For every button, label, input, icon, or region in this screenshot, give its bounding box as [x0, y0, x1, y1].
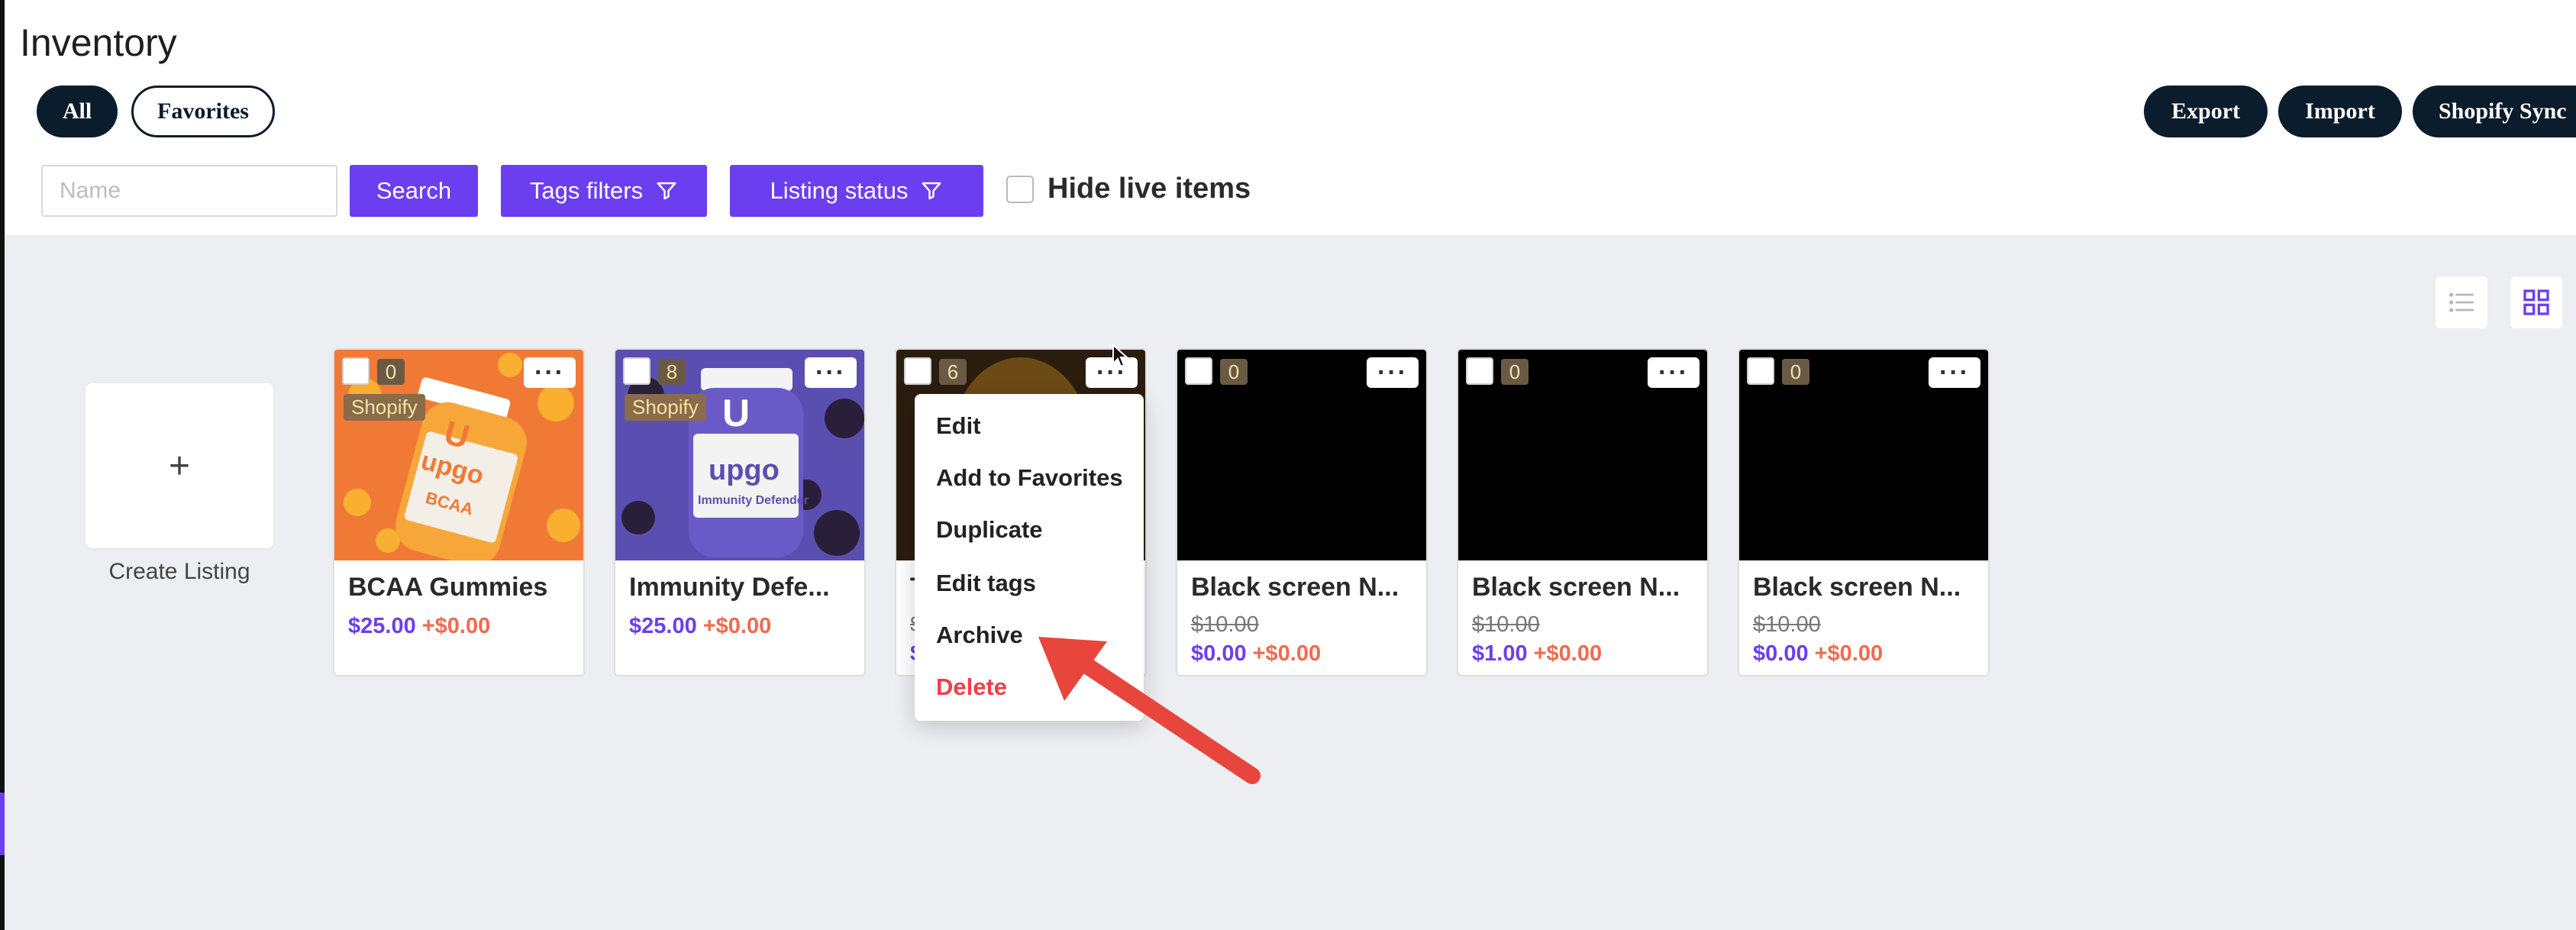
card-price-extra: +$0.00	[1533, 641, 1603, 666]
card-more-menu-button[interactable]: ···	[1648, 357, 1700, 388]
card-select-checkbox[interactable]	[1466, 357, 1493, 385]
list-view-button[interactable]	[2436, 276, 2487, 328]
menu-item-duplicate[interactable]: Duplicate	[936, 516, 1043, 544]
card-select-checkbox[interactable]	[1185, 357, 1212, 385]
search-input[interactable]	[41, 165, 337, 217]
left-edge-accent	[0, 793, 5, 855]
card-count-badge: 0	[1220, 359, 1248, 385]
product-card[interactable]: 0 ··· Black screen N... $10.00 $1.00 +$0.…	[1457, 348, 1709, 677]
search-button[interactable]: Search	[350, 165, 478, 217]
grid-view-button[interactable]	[2510, 276, 2562, 328]
card-select-checkbox[interactable]	[342, 357, 370, 385]
card-more-menu-button[interactable]: ···	[1367, 357, 1419, 388]
menu-item-delete[interactable]: Delete	[936, 673, 1007, 701]
card-title: Black screen N...	[1472, 573, 1680, 602]
card-source-badge: Shopify	[625, 394, 706, 421]
mouse-cursor-icon	[1112, 344, 1128, 368]
filter-icon	[657, 182, 676, 200]
filter-all-button[interactable]: All	[37, 86, 118, 137]
card-title: Black screen N...	[1753, 573, 1961, 602]
card-original-price: $10.00	[1472, 612, 1540, 637]
card-title: BCAA Gummies	[348, 573, 548, 602]
card-count-badge: 6	[939, 359, 967, 385]
export-button[interactable]: Export	[2144, 86, 2268, 137]
card-select-checkbox[interactable]	[1747, 357, 1774, 385]
card-count-badge: 8	[658, 359, 686, 385]
card-select-checkbox[interactable]	[623, 357, 650, 385]
listing-status-button[interactable]: Listing status	[730, 165, 983, 217]
import-button[interactable]: Import	[2278, 86, 2402, 137]
card-more-menu-button[interactable]: ···	[805, 357, 857, 388]
menu-item-edit[interactable]: Edit	[936, 412, 981, 440]
svg-text:upgo: upgo	[709, 454, 780, 486]
search-button-label: Search	[376, 177, 452, 204]
menu-item-archive[interactable]: Archive	[936, 622, 1023, 649]
card-price-row: $1.00 +$0.00	[1472, 641, 1602, 667]
left-edge-bar	[0, 0, 5, 930]
card-price-row: $25.00 +$0.00	[348, 614, 490, 639]
card-count-badge: 0	[1501, 359, 1528, 385]
product-card[interactable]: U upgo Immunity Defender 8 ··· Shopify I…	[614, 348, 866, 677]
card-price: $25.00	[629, 614, 697, 638]
create-listing-button[interactable]: +	[86, 383, 273, 548]
create-listing-label: Create Listing	[108, 559, 250, 584]
svg-text:U: U	[722, 392, 750, 434]
tags-filters-button[interactable]: Tags filters	[501, 165, 707, 217]
annotation-arrow-icon	[1038, 637, 1261, 784]
svg-text:Immunity Defender: Immunity Defender	[698, 494, 809, 507]
card-count-badge: 0	[377, 359, 405, 385]
hide-live-checkbox[interactable]	[1006, 175, 1034, 203]
list-view-icon	[2449, 292, 2474, 312]
header: Inventory All Favorites Export Import Sh…	[0, 0, 2576, 235]
card-price-extra: +$0.00	[421, 614, 491, 638]
menu-item-edit-tags[interactable]: Edit tags	[936, 570, 1036, 597]
card-price: $25.00	[348, 614, 416, 638]
product-card[interactable]: 0 ··· Black screen N... $10.00 $0.00 +$0.…	[1738, 348, 1990, 677]
card-price: $0.00	[1753, 641, 1809, 666]
card-count-badge: 0	[1782, 359, 1809, 385]
filter-icon	[922, 182, 941, 200]
card-more-menu-button[interactable]: ···	[1929, 357, 1980, 388]
tags-filters-label: Tags filters	[529, 177, 644, 204]
grid-view-icon	[2523, 289, 2549, 315]
card-source-badge: Shopify	[344, 394, 425, 421]
card-price-extra: +$0.00	[1814, 641, 1884, 666]
page-title: Inventory	[20, 21, 177, 64]
card-price-row: $0.00 +$0.00	[1753, 641, 1883, 667]
hide-live-toggle[interactable]: Hide live items	[1006, 173, 1251, 205]
listing-status-label: Listing status	[770, 177, 909, 204]
card-original-price: $10.00	[1753, 612, 1821, 637]
card-select-checkbox[interactable]	[904, 357, 931, 385]
card-price-row: $25.00 +$0.00	[629, 614, 771, 639]
menu-item-add-to-favorites[interactable]: Add to Favorites	[936, 464, 1123, 492]
card-more-menu-button[interactable]: ···	[524, 357, 576, 388]
product-card[interactable]: U upgo BCAA 0 ··· Shopify BCAA Gummies $…	[333, 348, 585, 677]
shopify-sync-button[interactable]: Shopify Sync	[2413, 86, 2576, 137]
hide-live-label: Hide live items	[1048, 173, 1251, 205]
card-title: Immunity Defe...	[629, 573, 830, 602]
card-price-extra: +$0.00	[702, 614, 772, 638]
card-title: Black screen N...	[1191, 573, 1399, 602]
card-price: $1.00	[1472, 641, 1528, 666]
filter-favorites-button[interactable]: Favorites	[131, 86, 275, 137]
